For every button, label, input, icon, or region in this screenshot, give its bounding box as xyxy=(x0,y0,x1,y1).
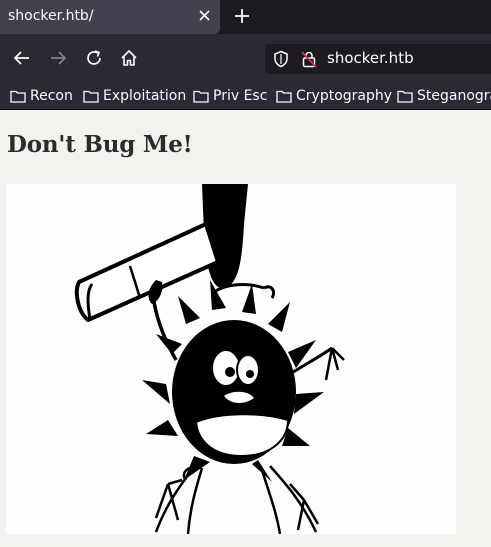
bookmark-label: Recon xyxy=(30,88,73,104)
bookmark-exploitation[interactable]: Exploitation xyxy=(83,86,186,106)
bookmark-label: Cryptography xyxy=(296,88,393,104)
bookmark-label: Priv Esc xyxy=(213,88,268,104)
reload-icon[interactable] xyxy=(84,48,104,68)
bookmark-label: Steganogra xyxy=(417,88,491,104)
bookmark-label: Exploitation xyxy=(103,88,187,104)
page-heading: Don't Bug Me! xyxy=(7,131,193,158)
bookmark-recon[interactable]: Recon xyxy=(10,86,73,106)
bookmark-cryptography[interactable]: Cryptography xyxy=(276,86,392,106)
bookmark-steganography[interactable]: Steganogra xyxy=(397,86,491,106)
plus-icon[interactable] xyxy=(233,6,251,26)
insecure-lock-icon[interactable] xyxy=(300,50,318,68)
folder-icon xyxy=(397,90,413,103)
arrow-left-icon[interactable] xyxy=(12,48,32,68)
bookmark-priv-esc[interactable]: Priv Esc xyxy=(193,86,267,106)
shield-icon[interactable] xyxy=(272,50,290,68)
tab-title: shocker.htb/ xyxy=(8,8,94,24)
folder-icon xyxy=(83,90,99,103)
home-icon[interactable] xyxy=(119,48,139,68)
url-text[interactable]: shocker.htb xyxy=(327,49,414,67)
bug-hammer-image xyxy=(6,184,456,534)
arrow-right-icon[interactable] xyxy=(48,48,68,68)
folder-icon xyxy=(10,90,26,103)
bookmarks-toolbar: Recon Exploitation Priv Esc Cryptography… xyxy=(0,82,491,110)
folder-icon xyxy=(276,90,292,103)
tab-bar: shocker.htb/ xyxy=(0,0,491,34)
close-icon[interactable] xyxy=(196,6,214,26)
active-tab[interactable]: shocker.htb/ xyxy=(0,0,220,34)
folder-icon xyxy=(193,90,209,103)
